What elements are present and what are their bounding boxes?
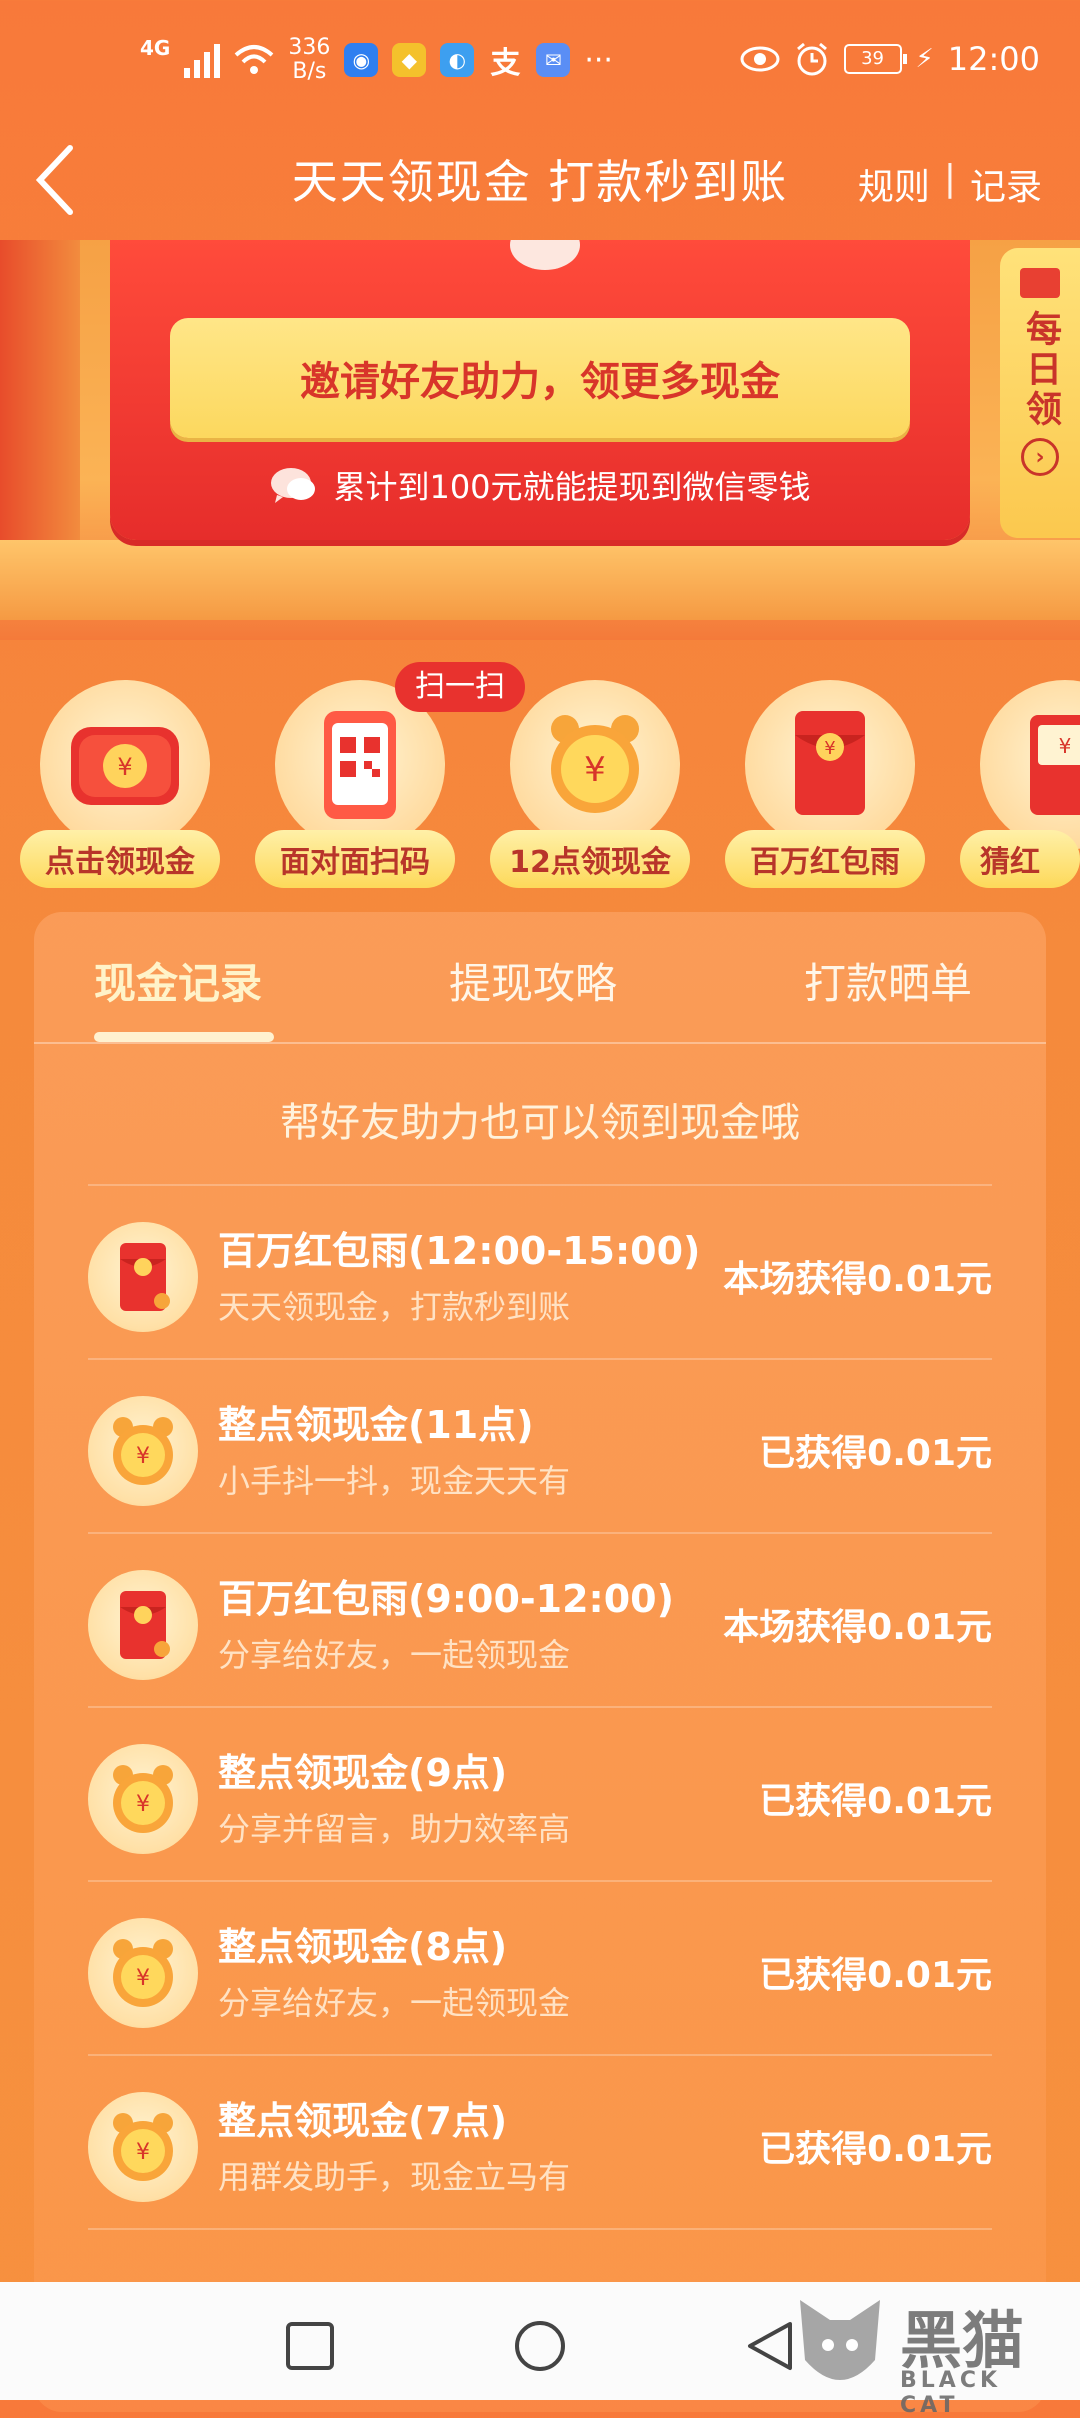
quick-action-cash[interactable]: ¥ 点击领现金 bbox=[20, 680, 220, 888]
quick-action-guess-red[interactable]: ¥ 猜红 bbox=[960, 680, 1080, 888]
invite-friends-button[interactable]: 邀请好友助力，领更多现金 bbox=[170, 318, 910, 438]
scan-badge: 扫一扫 bbox=[395, 662, 525, 712]
tab-bar: 现金记录 提现攻略 打款晒单 bbox=[34, 912, 1046, 1044]
signal-icon bbox=[184, 42, 221, 78]
record-title: 百万红包雨(12:00-15:00) bbox=[218, 1229, 701, 1273]
charging-icon: ⚡ bbox=[915, 44, 934, 74]
record-subtitle: 小手抖一抖，现金天天有 bbox=[218, 1462, 571, 1500]
record-title: 整点领现金(7点) bbox=[218, 2099, 508, 2143]
eye-icon bbox=[740, 46, 780, 72]
record-subtitle: 用群发助手，现金立马有 bbox=[218, 2158, 571, 2196]
record-amount: 已获得0.01元 bbox=[759, 2129, 992, 2170]
tab-cash-records[interactable]: 现金记录 bbox=[94, 950, 262, 1011]
quick-actions: ¥ 点击领现金 面对面扫码 ¥ 12点领现金 ¥ 百万红包雨 ¥ 猜红 bbox=[0, 660, 1080, 888]
svg-text:¥: ¥ bbox=[136, 2140, 150, 2165]
battery-icon: 39 bbox=[843, 44, 907, 74]
app-notification-icon: ◆ bbox=[392, 43, 427, 77]
app-notification-icon: ◉ bbox=[344, 43, 379, 77]
record-amount: 已获得0.01元 bbox=[759, 1781, 992, 1822]
record-subtitle: 分享并留言，助力效率高 bbox=[218, 1810, 571, 1848]
record-amount: 本场获得0.01元 bbox=[723, 1607, 992, 1648]
quick-action-label: 12点领现金 bbox=[490, 830, 690, 888]
watermark: 黑猫 BLACK CAT bbox=[790, 2290, 1050, 2418]
svg-text:¥: ¥ bbox=[136, 1792, 150, 1817]
record-amount: 本场获得0.01元 bbox=[723, 1259, 992, 1300]
cash-record-card: 现金记录 提现攻略 打款晒单 帮好友助力也可以领到现金哦 百万红包雨(12:00… bbox=[34, 912, 1046, 2412]
alarm-icon bbox=[796, 42, 827, 76]
svg-text:¥: ¥ bbox=[1059, 734, 1072, 758]
svg-text:¥: ¥ bbox=[136, 1966, 150, 1991]
promo-banner: 邀请好友助力，领更多现金 累计到100元就能提现到微信零钱 每日领 › bbox=[0, 240, 1080, 640]
more-notifications: ··· bbox=[584, 42, 613, 78]
daily-claim-tab[interactable]: 每日领 › bbox=[1000, 248, 1080, 538]
chevron-right-icon: › bbox=[1021, 438, 1059, 476]
quick-action-label: 百万红包雨 bbox=[725, 830, 925, 888]
wifi-icon bbox=[235, 45, 274, 74]
record-row[interactable]: 百万红包雨(12:00-15:00) 天天领现金，打款秒到账 本场获得0.01元 bbox=[88, 1184, 992, 1360]
help-hint: 帮好友助力也可以领到现金哦 bbox=[280, 1100, 800, 1146]
cash-wallet-icon: ¥ bbox=[71, 727, 179, 805]
alarm-clock-icon: ¥ bbox=[113, 1939, 173, 2007]
alipay-icon: 支 bbox=[490, 46, 521, 81]
clock-time: 12:00 bbox=[947, 40, 1040, 78]
qr-phone-icon bbox=[324, 711, 396, 819]
header-separator: | bbox=[943, 158, 956, 199]
red-envelope-icon bbox=[120, 1591, 170, 1659]
record-row[interactable]: ¥ 整点领现金(7点) 用群发助手，现金立马有 已获得0.01元 bbox=[88, 2054, 992, 2230]
red-envelope-icon: ¥ bbox=[795, 711, 865, 815]
record-subtitle: 分享给好友，一起领现金 bbox=[218, 1984, 571, 2022]
red-envelope-icon bbox=[1020, 268, 1060, 298]
app-notification-icon: ✉ bbox=[536, 43, 571, 77]
record-title: 整点领现金(11点) bbox=[218, 1403, 534, 1447]
quick-action-label: 猜红 bbox=[960, 830, 1080, 888]
record-row[interactable]: ¥ 整点领现金(11点) 小手抖一抖，现金天天有 已获得0.01元 bbox=[88, 1358, 992, 1534]
black-cat-logo-icon bbox=[800, 2300, 880, 2380]
quick-action-red-envelope-rain[interactable]: ¥ 百万红包雨 bbox=[725, 680, 925, 888]
recent-apps-icon[interactable] bbox=[280, 2316, 340, 2376]
record-subtitle: 分享给好友，一起领现金 bbox=[218, 1636, 571, 1674]
record-row[interactable]: ¥ 整点领现金(9点) 分享并留言，助力效率高 已获得0.01元 bbox=[88, 1706, 992, 1882]
envelope-seal bbox=[510, 240, 580, 270]
active-tab-indicator bbox=[94, 1032, 274, 1042]
wechat-icon bbox=[271, 468, 316, 503]
record-title: 整点领现金(9点) bbox=[218, 1751, 508, 1795]
quick-action-label: 面对面扫码 bbox=[255, 830, 455, 888]
red-envelope-icon bbox=[120, 1243, 170, 1311]
network-type: 4G bbox=[140, 36, 171, 60]
status-bar: 4G 336 B/s ◉ ◆ ◐ 支 ✉ ··· 39 ⚡ 12:00 bbox=[0, 0, 1080, 130]
svg-text:¥: ¥ bbox=[136, 1444, 150, 1469]
records-link[interactable]: 记录 bbox=[970, 158, 1042, 210]
quick-action-label: 点击领现金 bbox=[20, 830, 220, 888]
record-row[interactable]: 百万红包雨(9:00-12:00) 分享给好友，一起领现金 本场获得0.01元 bbox=[88, 1532, 992, 1708]
record-amount: 已获得0.01元 bbox=[759, 1955, 992, 1996]
alarm-clock-icon: ¥ bbox=[113, 1417, 173, 1485]
alarm-clock-icon: ¥ bbox=[113, 2113, 173, 2181]
alarm-clock-icon: ¥ bbox=[113, 1765, 173, 1833]
wechat-withdraw-note: 累计到100元就能提现到微信零钱 bbox=[110, 462, 970, 508]
record-title: 百万红包雨(9:00-12:00) bbox=[218, 1577, 674, 1621]
record-subtitle: 天天领现金，打款秒到账 bbox=[218, 1288, 571, 1326]
rules-link[interactable]: 规则 bbox=[858, 158, 930, 210]
net-speed: 336 B/s bbox=[288, 35, 331, 84]
quick-action-noon-cash[interactable]: ¥ 12点领现金 bbox=[490, 680, 690, 888]
svg-text:¥: ¥ bbox=[117, 753, 132, 781]
app-notification-icon: ◐ bbox=[440, 43, 475, 77]
alarm-clock-icon: ¥ bbox=[551, 715, 639, 813]
red-envelope-card: 邀请好友助力，领更多现金 累计到100元就能提现到微信零钱 bbox=[110, 240, 970, 540]
svg-text:¥: ¥ bbox=[824, 738, 835, 759]
home-icon[interactable] bbox=[510, 2316, 570, 2376]
tab-withdraw-guide[interactable]: 提现攻略 bbox=[449, 950, 617, 1011]
record-row[interactable]: ¥ 整点领现金(8点) 分享给好友，一起领现金 已获得0.01元 bbox=[88, 1880, 992, 2056]
banner-decoration bbox=[0, 240, 80, 570]
record-amount: 已获得0.01元 bbox=[759, 1433, 992, 1474]
svg-text:¥: ¥ bbox=[584, 750, 606, 790]
watermark-en: BLACK CAT bbox=[900, 2368, 1002, 2418]
record-title: 整点领现金(8点) bbox=[218, 1925, 508, 1969]
tab-payout-showcase[interactable]: 打款晒单 bbox=[804, 950, 972, 1011]
page-header: 天天领现金 打款秒到账 规则 | 记录 bbox=[0, 120, 1080, 240]
banner-stage bbox=[0, 540, 1080, 620]
watermark-cn: 黑猫 bbox=[900, 2304, 1025, 2377]
red-envelope-icon: ¥ bbox=[1030, 715, 1080, 815]
